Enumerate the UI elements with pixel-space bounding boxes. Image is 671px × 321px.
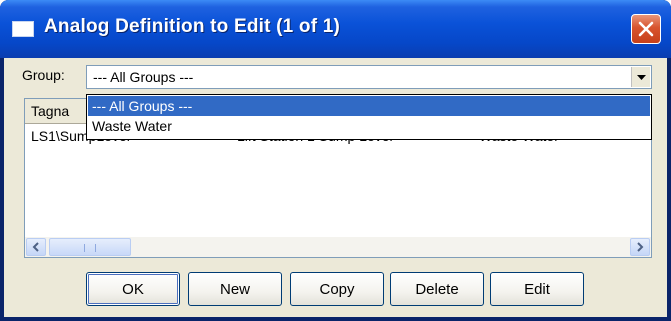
close-icon — [638, 21, 654, 37]
scrollbar-thumb[interactable] — [49, 238, 131, 256]
column-header-tagname[interactable]: Tagna — [25, 99, 95, 123]
edit-button[interactable]: Edit — [490, 272, 584, 306]
window-icon — [12, 21, 34, 37]
group-combobox-value: --- All Groups --- — [93, 69, 194, 85]
ok-button[interactable]: OK — [86, 272, 180, 306]
scroll-left-button[interactable] — [26, 238, 46, 256]
close-button[interactable] — [631, 14, 661, 44]
group-combobox[interactable]: --- All Groups --- — [86, 65, 652, 89]
copy-button[interactable]: Copy — [290, 272, 384, 306]
delete-button[interactable]: Delete — [390, 272, 484, 306]
dialog-window: Analog Definition to Edit (1 of 1) Group… — [0, 0, 671, 321]
window-title: Analog Definition to Edit (1 of 1) — [44, 16, 340, 37]
horizontal-scrollbar[interactable] — [25, 237, 651, 257]
grip-icon — [84, 244, 96, 252]
dropdown-option-all-groups[interactable]: --- All Groups --- — [88, 96, 650, 116]
new-button[interactable]: New — [188, 272, 282, 306]
chevron-right-icon — [637, 242, 644, 252]
group-label: Group: — [22, 67, 65, 83]
dialog-client-area: Group: --- All Groups --- Tagna LS1\Sump… — [4, 58, 667, 317]
scroll-right-button[interactable] — [630, 238, 650, 256]
chevron-down-icon — [637, 75, 646, 80]
title-bar[interactable]: Analog Definition to Edit (1 of 1) — [0, 0, 671, 58]
combobox-dropdown-button[interactable] — [631, 67, 650, 87]
dropdown-option-waste-water[interactable]: Waste Water — [88, 116, 650, 136]
group-dropdown-list[interactable]: --- All Groups --- Waste Water — [86, 94, 652, 140]
chevron-left-icon — [32, 242, 39, 252]
